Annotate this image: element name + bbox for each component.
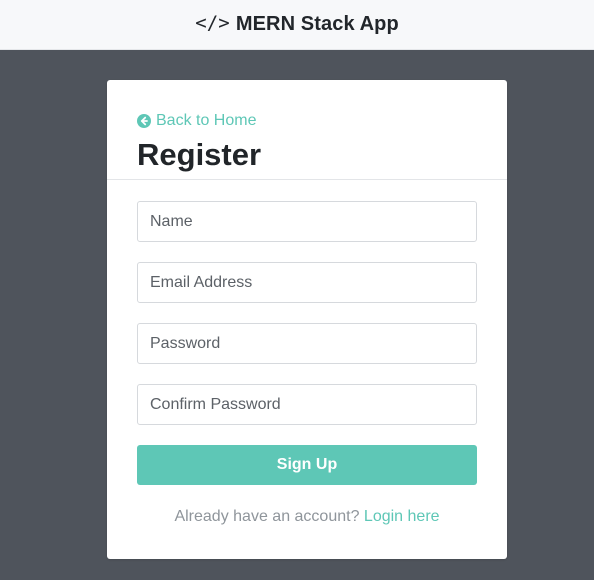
- brand-name: MERN Stack App: [235, 13, 399, 35]
- code-icon: </>: [195, 12, 230, 34]
- arrow-circle-left-icon: [137, 114, 151, 128]
- login-prompt: Already have an account? Login here: [137, 508, 477, 526]
- register-card: Back to Home Register Sign Up Already ha…: [107, 80, 507, 559]
- back-to-home-link[interactable]: Back to Home: [137, 112, 256, 130]
- back-link-label: Back to Home: [156, 112, 257, 129]
- password-field[interactable]: [137, 323, 477, 364]
- confirm-password-field[interactable]: [137, 384, 477, 425]
- card-header: Back to Home Register: [107, 80, 507, 180]
- brand[interactable]: </> MERN Stack App: [195, 13, 399, 36]
- register-form: Sign Up Already have an account? Login h…: [107, 180, 507, 526]
- login-link[interactable]: Login here: [364, 508, 440, 525]
- name-field[interactable]: [137, 201, 477, 242]
- page-title: Register: [137, 137, 262, 172]
- sign-up-button[interactable]: Sign Up: [137, 445, 477, 485]
- top-navbar: </> MERN Stack App: [0, 0, 594, 50]
- email-field[interactable]: [137, 262, 477, 303]
- login-prompt-text: Already have an account?: [174, 508, 360, 525]
